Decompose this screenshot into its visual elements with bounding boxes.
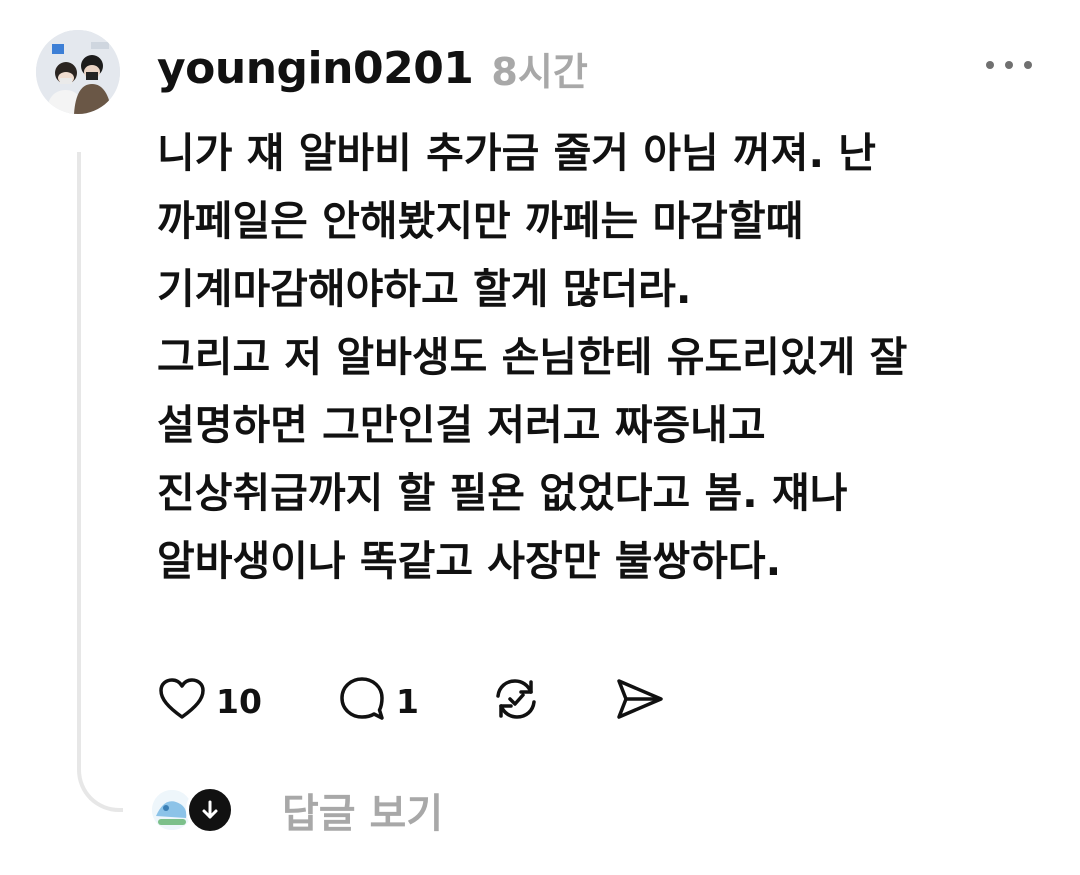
comment-count: 1 xyxy=(395,681,419,721)
view-replies-label: 답글 보기 xyxy=(282,791,444,837)
thread-line xyxy=(77,152,123,812)
view-replies-button[interactable]: 답글 보기 xyxy=(152,780,443,840)
timestamp: 8시간 xyxy=(491,49,588,94)
post-text-line: 진상취급까지 할 필욘 없었다고 봄. 쟤나 xyxy=(157,469,848,517)
repost-button[interactable] xyxy=(491,675,541,727)
share-button[interactable] xyxy=(615,676,665,726)
like-count: 10 xyxy=(216,681,262,721)
post-header: youngin0201 8시간 xyxy=(157,38,588,98)
heart-icon xyxy=(158,677,206,725)
post-text-line: 기계마감해야하고 할게 많더라. xyxy=(157,265,692,313)
more-dots-icon[interactable] xyxy=(986,58,1032,72)
post-text-line: 니가 쟤 알바비 추가금 줄거 아님 꺼져. 난 xyxy=(157,129,877,177)
repost-icon xyxy=(491,675,541,727)
comment-button[interactable]: 1 xyxy=(338,675,419,727)
post-text: 니가 쟤 알바비 추가금 줄거 아님 꺼져. 난 까페일은 안해봤지만 까페는 … xyxy=(157,119,1047,595)
avatar[interactable] xyxy=(36,30,120,114)
post-text-line: 설명하면 그만인걸 저러고 짜증내고 xyxy=(157,401,766,449)
comment-bubble-icon xyxy=(338,675,386,727)
action-bar: 10 1 xyxy=(158,675,665,727)
post-text-line: 까페일은 안해봤지만 까페는 마감할때 xyxy=(157,197,804,245)
username[interactable]: youngin0201 xyxy=(157,43,474,94)
like-button[interactable]: 10 xyxy=(158,677,262,725)
post-text-line: 알바생이나 똑같고 사장만 불쌍하다. xyxy=(157,537,782,585)
send-icon xyxy=(615,676,665,726)
post-text-line: 그리고 저 알바생도 손님한테 유도리있게 잘 xyxy=(157,333,908,381)
arrow-down-icon xyxy=(186,786,234,834)
